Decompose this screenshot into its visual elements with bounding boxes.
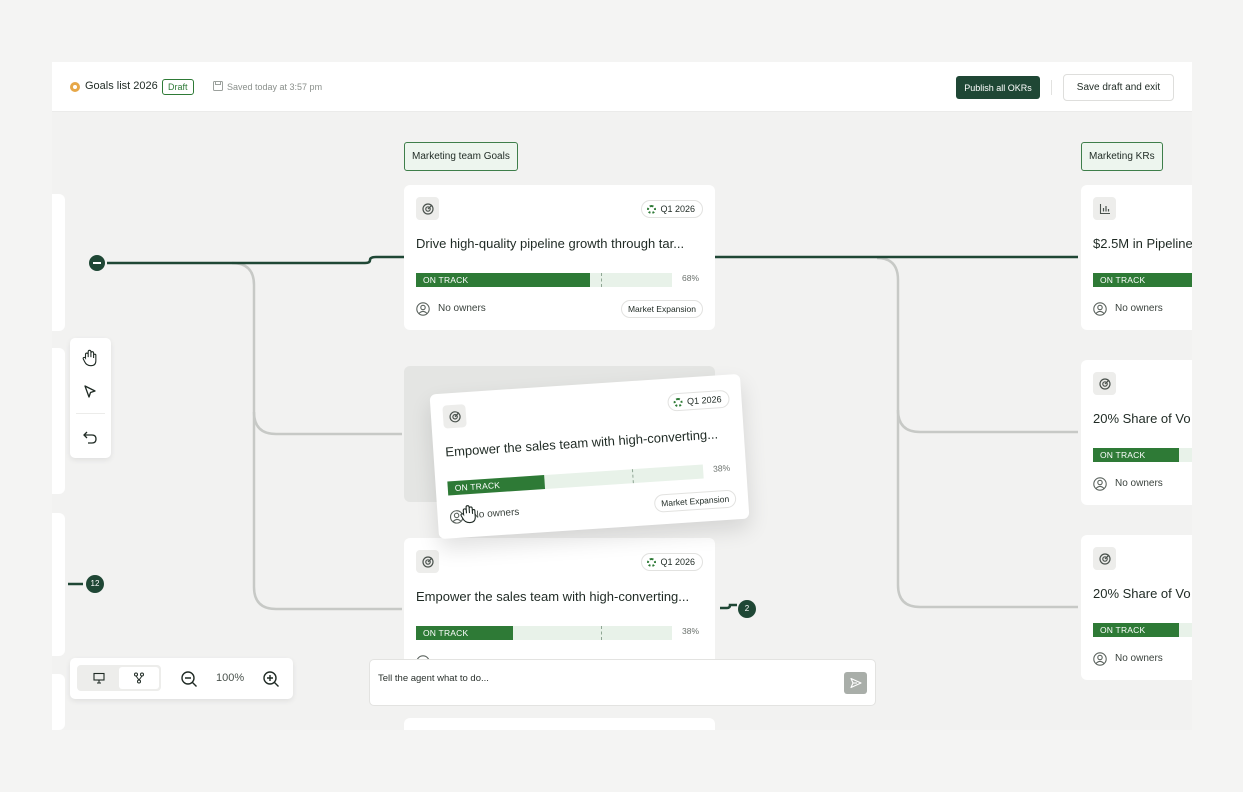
divider	[1051, 80, 1052, 95]
status-label: ON TRACK	[1100, 450, 1146, 460]
top-bar: Goals list 2026 Draft Saved today at 3:5…	[52, 62, 1192, 112]
save-draft-exit-button[interactable]: Save draft and exit	[1063, 74, 1174, 101]
goal-title: Empower the sales team with high-convert…	[416, 589, 690, 604]
zoom-in-icon[interactable]	[262, 670, 280, 688]
quarter-label: Q1 2026	[660, 557, 695, 567]
send-icon	[849, 677, 862, 689]
child-count-node[interactable]: 12	[86, 575, 104, 593]
progress-bar: ON TRACK	[1093, 448, 1192, 462]
owners-label[interactable]: No owners	[471, 507, 519, 521]
canvas-frame: Goals list 2026 Draft Saved today at 3:5…	[52, 62, 1192, 730]
user-icon	[1093, 302, 1107, 316]
kr-title: 20% Share of Vo	[1093, 411, 1191, 426]
tag-chip[interactable]: Market Expansion	[653, 489, 737, 513]
target-icon	[416, 550, 439, 573]
publish-all-button[interactable]: Publish all OKRs	[956, 76, 1040, 99]
bar-chart-icon	[1093, 197, 1116, 220]
quarter-icon	[647, 204, 657, 214]
progress-bar: ON TRACK	[1093, 623, 1192, 637]
progress-bar: ON TRACK	[447, 464, 704, 496]
page-title: Goals list 2026	[85, 80, 158, 92]
quarter-label: Q1 2026	[660, 204, 695, 214]
partial-card	[52, 194, 65, 331]
progress-target-marker	[601, 273, 602, 287]
user-icon	[416, 302, 430, 316]
progress-target-marker	[601, 626, 602, 640]
tag-chip[interactable]: Market Expansion	[620, 300, 703, 318]
progress-target-marker	[631, 469, 634, 484]
target-icon	[1093, 372, 1116, 395]
goal-card[interactable]: Q1 2026 Drive high-quality pipeline grow…	[404, 185, 715, 330]
saved-status: Saved today at 3:57 pm	[227, 82, 323, 92]
partial-card	[52, 513, 65, 656]
partial-card	[52, 348, 65, 494]
quarter-icon	[647, 557, 657, 567]
status-label: ON TRACK	[423, 275, 469, 285]
dragging-goal-card[interactable]: Q1 2026 Empower the sales team with high…	[429, 373, 750, 540]
save-icon	[213, 81, 223, 91]
quarter-badge[interactable]: Q1 2026	[667, 389, 731, 412]
status-label: ON TRACK	[1100, 625, 1146, 635]
grab-cursor-icon	[460, 505, 476, 524]
quarter-badge[interactable]: Q1 2026	[641, 200, 703, 218]
progress-bar: ON TRACK	[416, 626, 672, 640]
zoom-out-icon[interactable]	[180, 670, 198, 688]
progress-percent: 38%	[681, 626, 699, 636]
status-badge: Draft	[162, 79, 194, 95]
undo-icon[interactable]	[80, 427, 100, 447]
progress-percent: 68%	[681, 273, 699, 283]
send-button[interactable]	[844, 672, 867, 694]
kr-title: 20% Share of Vo	[1093, 586, 1191, 601]
kr-title: $2.5M in Pipeline	[1093, 236, 1192, 251]
progress-bar: ON TRACK	[1093, 273, 1192, 287]
quarter-icon	[673, 397, 684, 407]
partial-card	[404, 718, 715, 730]
column-label-goals[interactable]: Marketing team Goals	[404, 142, 518, 171]
hand-tool-icon[interactable]	[80, 348, 100, 368]
pointer-tool-icon[interactable]	[80, 382, 100, 402]
presentation-view-icon[interactable]	[79, 667, 119, 689]
status-label: ON TRACK	[423, 628, 469, 638]
target-icon	[442, 404, 467, 429]
child-count-node[interactable]: 2	[738, 600, 756, 618]
view-toggle	[77, 665, 161, 691]
view-controls: 100%	[70, 658, 293, 699]
quarter-label: Q1 2026	[686, 394, 722, 407]
user-icon	[1093, 477, 1107, 491]
tool-panel	[70, 338, 111, 458]
collapse-node-button[interactable]	[89, 255, 105, 271]
user-icon	[1093, 652, 1107, 666]
agent-input[interactable]	[378, 670, 818, 686]
status-label: ON TRACK	[1100, 275, 1146, 285]
progress-percent: 38%	[712, 462, 731, 474]
column-label-krs[interactable]: Marketing KRs	[1081, 142, 1163, 171]
zoom-level: 100%	[216, 672, 245, 684]
target-icon	[1093, 547, 1116, 570]
tree-view-icon[interactable]	[119, 667, 159, 689]
owners-label[interactable]: No owners	[1115, 653, 1163, 664]
owners-label[interactable]: No owners	[1115, 303, 1163, 314]
agent-prompt-box	[369, 659, 876, 706]
kr-card[interactable]: 20% Share of Vo ON TRACK No owners	[1081, 360, 1192, 505]
progress-bar: ON TRACK	[416, 273, 672, 287]
target-icon	[416, 197, 439, 220]
goal-title: Empower the sales team with high-convert…	[444, 426, 719, 460]
owners-label[interactable]: No owners	[438, 303, 486, 314]
kr-card[interactable]: 20% Share of Vo ON TRACK No owners	[1081, 535, 1192, 680]
owners-label[interactable]: No owners	[1115, 478, 1163, 489]
partial-card	[52, 674, 65, 730]
goal-title: Drive high-quality pipeline growth throu…	[416, 236, 685, 251]
logo-icon	[70, 82, 80, 92]
kr-card[interactable]: $2.5M in Pipeline ON TRACK No owners	[1081, 185, 1192, 330]
quarter-badge[interactable]: Q1 2026	[641, 553, 703, 571]
divider	[76, 413, 105, 414]
